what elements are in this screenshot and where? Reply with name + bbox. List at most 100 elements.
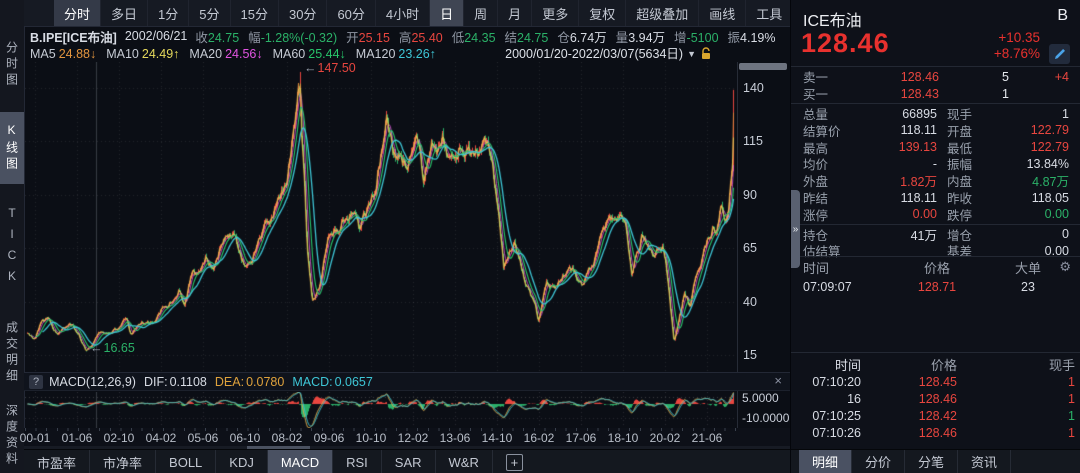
quote-field-value: 25.15 — [359, 31, 390, 45]
quote-detail-panel: ICE布油 B 128.46 +10.35 +8.76% 卖一128.465+4… — [790, 0, 1080, 473]
tick-cell: 1 — [957, 409, 1075, 423]
indicator-tab-市净率[interactable]: 市净率 — [90, 450, 156, 473]
indicator-tab-bar: 市盈率市净率BOLLKDJMACDRSISARW&R + — [24, 449, 790, 473]
stats-row: 持仓41万增仓0 — [791, 226, 1080, 243]
indicator-tab-W&R[interactable]: W&R — [436, 450, 493, 473]
time-tick-18-10: 18-10 — [608, 431, 639, 445]
vertical-scrollbar-thumb[interactable] — [739, 63, 787, 70]
tick-row[interactable]: 07:10:20128.451 — [791, 373, 1080, 390]
quote-field-value: 4.19% — [740, 31, 775, 45]
tick-cell: 128.42 — [861, 409, 957, 423]
tick-col-现手: 现手 — [957, 355, 1075, 374]
period-tab-日[interactable]: 日 — [430, 0, 464, 26]
close-icon[interactable]: × — [770, 373, 786, 388]
add-indicator-button[interactable]: + — [506, 454, 523, 471]
time-tick-05-06: 05-06 — [188, 431, 219, 445]
toolbar-button-超级叠加[interactable]: 超级叠加 — [626, 0, 699, 26]
toolbar-button-复权[interactable]: 复权 — [579, 0, 626, 26]
stat-value: 139.13 — [859, 140, 937, 154]
panel-collapse-handle[interactable]: » — [791, 190, 800, 268]
period-tab-5分[interactable]: 5分 — [189, 0, 230, 26]
help-icon[interactable]: ? — [29, 375, 43, 389]
period-tab-月[interactable]: 月 — [498, 0, 532, 26]
detail-tab-分价[interactable]: 分价 — [852, 450, 905, 473]
period-tab-多日[interactable]: 多日 — [101, 0, 148, 26]
time-tick-13-06: 13-06 — [440, 431, 471, 445]
sidebar-item-2[interactable]: K线图 — [0, 112, 24, 184]
chevron-down-icon[interactable]: ▼ — [687, 49, 696, 59]
date-range-selector[interactable]: 2000/01/20-2022/03/07(5634日) — [505, 43, 683, 64]
stats-row: 总量66895现手1 — [791, 105, 1080, 122]
pencil-icon — [1054, 48, 1066, 60]
indicator-tab-市盈率[interactable]: 市盈率 — [24, 450, 90, 473]
gear-icon[interactable]: ⚙ — [1059, 259, 1071, 275]
indicator-tab-MACD[interactable]: MACD — [268, 450, 333, 473]
price-tick-90: 90 — [743, 188, 757, 202]
macd-chart-canvas[interactable] — [25, 392, 737, 428]
time-tick-16-02: 16-02 — [524, 431, 555, 445]
quote-field-幅: 幅-1.28%(-0.32) — [248, 27, 337, 46]
sidebar-item-3[interactable]: TICK — [0, 200, 24, 296]
tick-cell: 1 — [957, 375, 1075, 389]
ma-value: 24.56↓ — [225, 47, 263, 61]
quote-date: 2002/06/21 — [125, 29, 188, 43]
price-tick-65: 65 — [743, 241, 757, 255]
bid-label: 买一 — [803, 84, 849, 103]
macd-item-value: 0.1108 — [170, 375, 207, 389]
stat-value: 122.79 — [1003, 140, 1069, 154]
quote-field-振: 振4.19% — [728, 27, 776, 46]
main-chart-canvas[interactable] — [25, 62, 737, 372]
edit-note-button[interactable] — [1049, 44, 1070, 64]
quote-field-label: 低 — [452, 31, 465, 45]
big-order-cell: 07:09:07 — [803, 280, 887, 294]
macd-item-label: MACD: — [292, 375, 332, 389]
indicator-tab-SAR[interactable]: SAR — [382, 450, 436, 473]
tick-row[interactable]: 16128.461 — [791, 390, 1080, 407]
period-tab-60分[interactable]: 60分 — [327, 0, 375, 26]
stat-value: 122.79 — [1003, 123, 1069, 137]
detail-tab-明细[interactable]: 明细 — [799, 450, 852, 473]
divider — [791, 256, 1080, 257]
instrument-symbol: B.IPE[ICE布油] — [30, 27, 117, 46]
period-tab-周[interactable]: 周 — [464, 0, 498, 26]
tick-row[interactable]: 07:10:26128.461 — [791, 424, 1080, 441]
period-tab-group: 分时多日1分5分15分30分60分4小时日周月更多 — [54, 0, 579, 26]
ma-values-row: MA524.88↓MA1024.49↑MA2024.56↓MA6025.44↓M… — [24, 45, 790, 62]
sidebar-item-1[interactable]: 分时图 — [0, 34, 24, 96]
tick-row[interactable]: 07:10:25128.421 — [791, 407, 1080, 424]
trading-app-window: 分时图K线图TICK成交明细深度资料 分时多日1分5分15分30分60分4小时日… — [0, 0, 1080, 473]
period-tab-分时[interactable]: 分时 — [54, 0, 101, 26]
toolbar-button-画线[interactable]: 画线 — [699, 0, 746, 26]
time-tick-08-02: 08-02 — [272, 431, 303, 445]
period-tab-更多[interactable]: 更多 — [532, 0, 579, 26]
period-tab-4小时[interactable]: 4小时 — [376, 0, 430, 26]
period-tab-15分[interactable]: 15分 — [231, 0, 279, 26]
detail-tab-资讯[interactable]: 资讯 — [958, 450, 1011, 473]
time-axis-row: 00-0101-0602-1004-0205-0606-1008-0209-06… — [24, 428, 790, 446]
ma-value: 24.49↑ — [142, 47, 180, 61]
detail-tab-分笔[interactable]: 分笔 — [905, 450, 958, 473]
indicator-tab-KDJ[interactable]: KDJ — [216, 450, 268, 473]
arrow-left-icon: ← — [90, 341, 103, 355]
sidebar-item-4[interactable]: 成交明细 — [0, 312, 24, 394]
indicator-tab-RSI[interactable]: RSI — [333, 450, 382, 473]
big-order-col-时间: 时间 — [803, 258, 887, 277]
period-tab-30分[interactable]: 30分 — [279, 0, 327, 26]
indicator-tab-BOLL[interactable]: BOLL — [156, 450, 216, 473]
unlock-icon[interactable] — [700, 47, 712, 60]
price-tick-40: 40 — [743, 295, 757, 309]
bid-row: 买一128.431 — [791, 85, 1080, 102]
ma-value: 23.26↑ — [398, 47, 436, 61]
detail-tab-bar: 明细分价分笔资讯 — [791, 449, 1080, 473]
time-tick-09-06: 09-06 — [314, 431, 345, 445]
stat-label: 跌停 — [947, 205, 1003, 224]
stat-value: 0.00 — [1003, 207, 1069, 221]
left-view-sidebar: 分时图K线图TICK成交明细深度资料 — [0, 0, 25, 473]
toolbar-button-工具[interactable]: 工具 — [746, 0, 793, 26]
ma-field-MA120: MA12023.26↑ — [356, 47, 436, 61]
period-tab-1分[interactable]: 1分 — [148, 0, 189, 26]
tick-table-header: 时间价格现手 — [791, 356, 1080, 373]
big-order-cell: 128.71 — [887, 280, 987, 294]
stat-value: 41万 — [859, 225, 937, 244]
stat-value: 4.87万 — [1003, 171, 1069, 190]
